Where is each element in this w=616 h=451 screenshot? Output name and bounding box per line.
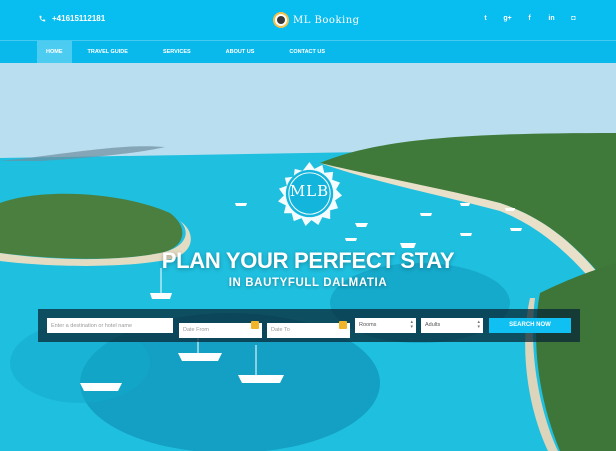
- search-bar: Rooms ▴▾ Adults ▴▾ SEARCH NOW: [38, 309, 580, 342]
- brand-logo-link[interactable]: ML Booking: [273, 12, 360, 28]
- phone-number: +41615112181: [52, 14, 106, 23]
- hero-headline: PLAN YOUR PERFECT STAY: [161, 248, 455, 273]
- chevron-updown-icon: ▴ ▾: [477, 319, 480, 330]
- phone-icon: [39, 15, 46, 21]
- date-to-input[interactable]: [267, 322, 350, 338]
- emblem-text: MLB: [289, 182, 330, 200]
- main-nav: HOME TRAVEL GUIDE SERVICES ABOUT US CONT…: [0, 40, 616, 64]
- search-now-button[interactable]: SEARCH NOW: [489, 318, 571, 333]
- google-plus-icon[interactable]: g+: [503, 15, 512, 22]
- calendar-icon[interactable]: [339, 321, 347, 329]
- calendar-icon[interactable]: [251, 321, 259, 329]
- brand-logo-icon: [273, 12, 289, 28]
- nav-item-travel-guide[interactable]: TRAVEL GUIDE: [79, 41, 137, 64]
- nav-item-contact-us[interactable]: CONTACT US: [280, 41, 334, 64]
- date-from-input[interactable]: [179, 322, 262, 338]
- date-from-field[interactable]: [179, 318, 262, 338]
- destination-input[interactable]: [47, 318, 173, 333]
- adults-select[interactable]: Adults ▴ ▾: [421, 318, 483, 333]
- date-to-field[interactable]: [267, 318, 350, 338]
- social-links: t g+ f in ◘: [481, 15, 578, 22]
- phone-contact[interactable]: +41615112181: [38, 14, 105, 23]
- hero-subheadline: IN BAUTYFULL DALMATIA: [228, 277, 388, 289]
- facebook-icon[interactable]: f: [525, 15, 534, 22]
- linkedin-icon[interactable]: in: [547, 15, 556, 22]
- nav-item-services[interactable]: SERVICES: [154, 41, 200, 64]
- top-bar: +41615112181 ML Booking t g+ f in ◘: [0, 0, 616, 40]
- twitter-icon[interactable]: t: [481, 15, 490, 22]
- chevron-updown-icon: ▴ ▾: [410, 319, 413, 330]
- nav-item-about-us[interactable]: ABOUT US: [217, 41, 264, 64]
- adults-select-value: Adults: [425, 322, 441, 328]
- instagram-icon[interactable]: ◘: [569, 15, 578, 22]
- brand-name: ML Booking: [293, 14, 360, 26]
- rooms-select[interactable]: Rooms ▴ ▾: [355, 318, 416, 333]
- hero-banner: MLB PLAN YOUR PERFECT STAY IN BAUTYFULL …: [0, 63, 616, 451]
- rooms-select-value: Rooms: [359, 322, 377, 328]
- nav-item-home[interactable]: HOME: [37, 41, 72, 64]
